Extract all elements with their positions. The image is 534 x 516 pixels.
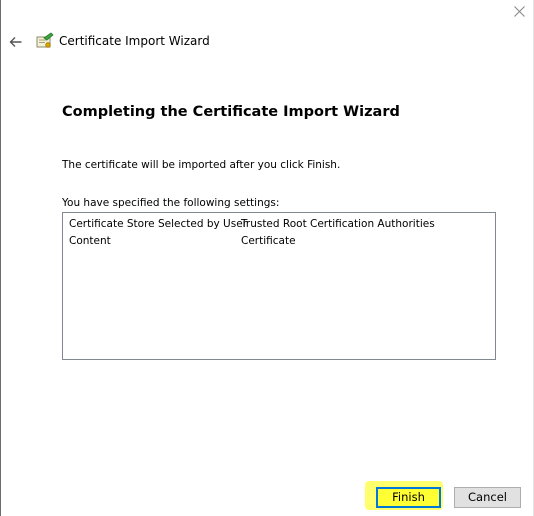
info-text: The certificate will be imported after y…	[62, 159, 341, 171]
setting-value: Certificate	[241, 235, 296, 247]
settings-row: Certificate Store Selected by User Trust…	[69, 216, 489, 232]
finish-button[interactable]: Finish	[376, 487, 441, 508]
setting-value: Trusted Root Certification Authorities	[241, 218, 435, 230]
settings-row: Content Certificate	[69, 233, 489, 249]
close-icon	[514, 5, 525, 17]
back-button[interactable]	[6, 33, 24, 51]
settings-label: You have specified the following setting…	[62, 197, 280, 209]
setting-key: Certificate Store Selected by User	[69, 218, 247, 230]
certificate-icon	[36, 32, 54, 50]
cancel-button[interactable]: Cancel	[454, 487, 521, 508]
window-title: Certificate Import Wizard	[59, 34, 210, 48]
page-heading: Completing the Certificate Import Wizard	[62, 104, 400, 120]
setting-key: Content	[69, 235, 111, 247]
settings-list[interactable]: Certificate Store Selected by User Trust…	[62, 212, 496, 360]
back-arrow-icon	[9, 37, 21, 47]
window-left-border	[0, 0, 1, 516]
close-button[interactable]	[505, 0, 534, 22]
